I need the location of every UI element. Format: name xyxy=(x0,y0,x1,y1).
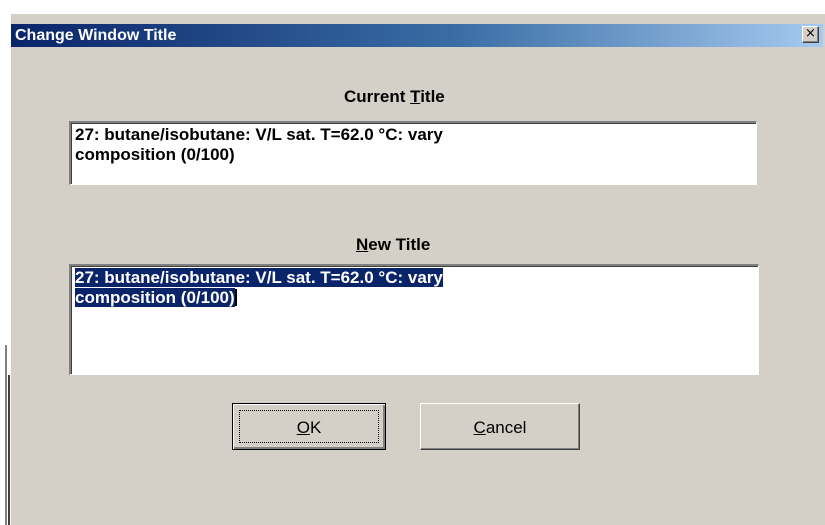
cancel-button[interactable]: Cancel xyxy=(420,403,580,450)
current-title-line-2: composition (0/100) xyxy=(75,145,235,164)
close-icon: × xyxy=(805,26,816,41)
new-title-label-post: ew Title xyxy=(368,235,431,254)
ok-button[interactable]: OK xyxy=(232,403,386,450)
text-caret xyxy=(234,289,237,306)
close-button[interactable]: × xyxy=(802,26,819,43)
new-title-input[interactable]: 27: butane/isobutane: V/L sat. T=62.0 °C… xyxy=(69,264,759,375)
change-window-title-dialog: Change Window Title × Current Title 27: … xyxy=(10,13,825,525)
new-title-line-2-selection: composition (0/100) xyxy=(75,288,235,307)
current-title-label-pre: Current xyxy=(344,87,411,106)
ok-button-label-post: K xyxy=(309,418,322,437)
new-title-label: New Title xyxy=(356,235,430,255)
new-title-label-accel: N xyxy=(356,235,369,254)
current-title-line-1: 27: butane/isobutane: V/L sat. T=62.0 °C… xyxy=(75,125,443,144)
dialog-titlebar[interactable]: Change Window Title × xyxy=(11,24,823,47)
desktop-background xyxy=(0,0,10,525)
current-title-label: Current Title xyxy=(344,87,445,107)
cancel-button-label: Cancel xyxy=(421,418,579,438)
cancel-button-label-post: ancel xyxy=(485,418,527,437)
new-title-line-2: composition (0/100) xyxy=(75,288,754,308)
desktop-window-edge xyxy=(5,345,7,525)
new-title-line-1-selection: 27: butane/isobutane: V/L sat. T=62.0 °C… xyxy=(75,268,443,287)
cancel-button-accel: C xyxy=(473,418,486,437)
dialog-title: Change Window Title xyxy=(15,27,177,44)
current-title-label-post: itle xyxy=(420,87,445,106)
current-title-field: 27: butane/isobutane: V/L sat. T=62.0 °C… xyxy=(69,121,757,185)
current-title-label-accel: T xyxy=(410,87,421,106)
ok-button-accel: O xyxy=(296,418,310,437)
new-title-line-1: 27: butane/isobutane: V/L sat. T=62.0 °C… xyxy=(75,268,754,288)
ok-button-label: OK xyxy=(233,418,385,438)
